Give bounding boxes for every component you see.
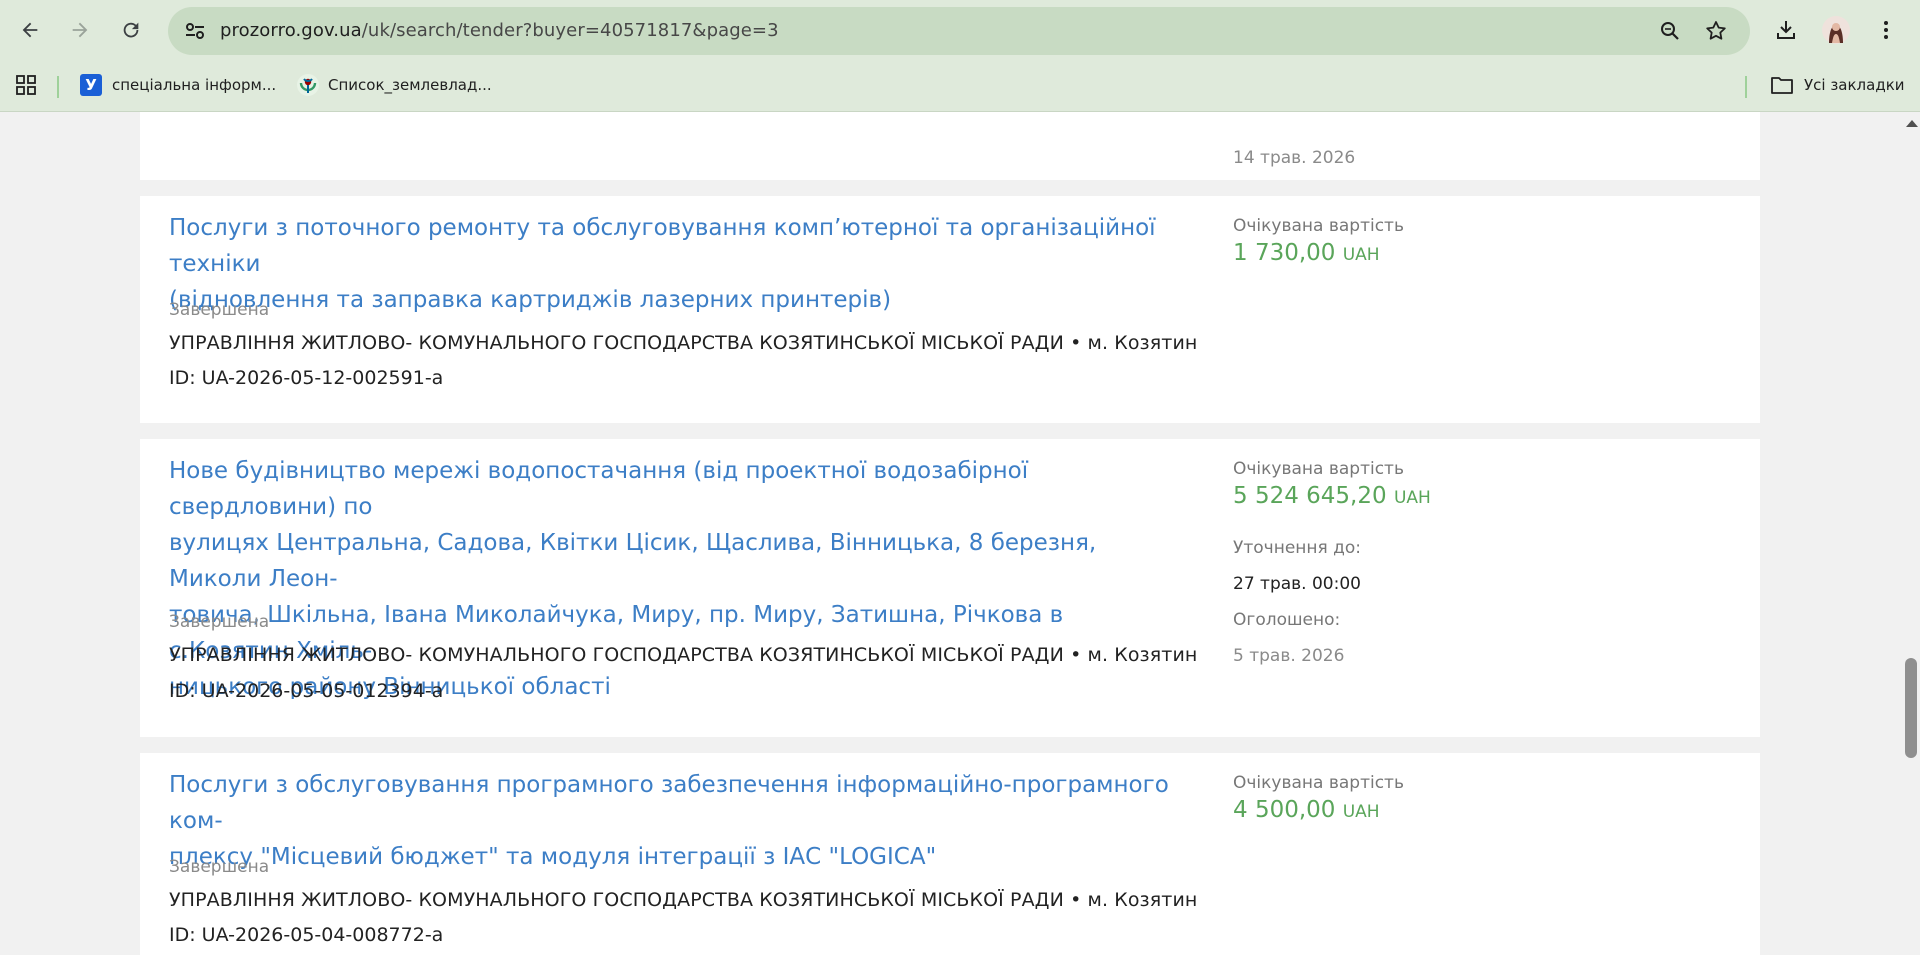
folder-icon (1771, 77, 1793, 94)
title-line: плексу "Місцевий бюджет" та модуля інтег… (169, 844, 937, 870)
announced-date: 5 трав. 2026 (1233, 646, 1345, 666)
url-domain: prozorro.gov.ua (220, 20, 362, 41)
expected-value: 4 500,00 UAH (1233, 797, 1380, 823)
tender-id: ID: UA-2026-05-04-008772-a (169, 924, 444, 946)
all-bookmarks-label: Усі закладки (1804, 76, 1905, 94)
amount: 1 730,00 (1233, 240, 1336, 266)
scroll-up-arrow-icon[interactable] (1906, 120, 1918, 127)
arrow-left-icon (22, 22, 38, 38)
bookmarks-separator (1745, 76, 1747, 98)
currency: UAH (1342, 245, 1380, 265)
bookmark-label: Список_землевлад... (328, 76, 492, 94)
all-bookmarks-button[interactable]: Усі закладки (1770, 62, 1905, 108)
back-button[interactable] (12, 12, 48, 48)
wikimedia-icon (297, 74, 319, 96)
clarification-label: Уточнення до: (1233, 538, 1362, 558)
expected-value-label: Очікувана вартість (1233, 459, 1404, 479)
amount: 5 524 645,20 (1233, 483, 1387, 509)
expected-value: 5 524 645,20 UAH (1233, 483, 1431, 509)
tender-buyer: УПРАВЛІННЯ ЖИТЛОВО- КОМУНАЛЬНОГО ГОСПОДА… (169, 889, 1198, 911)
tender-title-link[interactable]: Послуги з поточного ремонту та обслугову… (169, 210, 1189, 318)
tender-card: Послуги з поточного ремонту та обслугову… (140, 196, 1760, 423)
chrome-menu-button[interactable] (1868, 12, 1904, 48)
expected-value-label: Очікувана вартість (1233, 773, 1404, 793)
download-icon (1777, 21, 1795, 39)
tender-id: ID: UA-2026-05-05-012394-a (169, 680, 444, 702)
bookmark-favicon-u: У (80, 74, 102, 96)
tender-card: Послуги з обслуговування програмного заб… (140, 753, 1760, 955)
tender-buyer: УПРАВЛІННЯ ЖИТЛОВО- КОМУНАЛЬНОГО ГОСПОДА… (169, 644, 1198, 666)
expected-value: 1 730,00 UAH (1233, 240, 1380, 266)
amount: 4 500,00 (1233, 797, 1336, 823)
bookmark-item-spec-info[interactable]: У спеціальна інформ... (80, 62, 276, 108)
expected-value-label: Очікувана вартість (1233, 216, 1404, 236)
bookmark-item-landowners[interactable]: Список_землевлад... (296, 62, 492, 108)
bookmark-label: спеціальна інформ... (112, 76, 277, 94)
site-settings-icon[interactable] (182, 19, 208, 43)
url-text[interactable]: prozorro.gov.ua/uk/search/tender?buyer=4… (220, 7, 779, 55)
bookmarks-separator (57, 76, 59, 98)
title-line: вулицях Центральна, Садова, Квітки Цісик… (169, 530, 1097, 592)
bookmark-star-icon[interactable] (1704, 19, 1728, 43)
tender-title-link[interactable]: Нове будівництво мережі водопостачання (… (169, 453, 1189, 705)
avatar-icon (1822, 16, 1850, 44)
tender-status: Завершена (169, 300, 270, 320)
tender-id: ID: UA-2026-05-12-002591-a (169, 367, 444, 389)
apps-grid-icon (16, 75, 36, 95)
reload-button[interactable] (113, 12, 149, 48)
page-content: 14 трав. 2026 Послуги з поточного ремонт… (0, 112, 1902, 955)
zoom-icon[interactable] (1658, 19, 1682, 43)
tender-date: 14 трав. 2026 (1233, 148, 1356, 168)
title-line: (відновлення та заправка картриджів лазе… (169, 287, 892, 313)
page-scrollbar[interactable] (1902, 112, 1920, 955)
reload-icon (123, 22, 139, 38)
tender-buyer: УПРАВЛІННЯ ЖИТЛОВО- КОМУНАЛЬНОГО ГОСПОДА… (169, 332, 1198, 354)
downloads-button[interactable] (1768, 12, 1804, 48)
apps-button[interactable] (15, 62, 37, 108)
tender-card: Нове будівництво мережі водопостачання (… (140, 439, 1760, 737)
more-vert-icon (1884, 21, 1888, 39)
title-line: Нове будівництво мережі водопостачання (… (169, 458, 1029, 520)
announced-label: Оголошено: (1233, 610, 1341, 630)
address-bar[interactable]: prozorro.gov.ua/uk/search/tender?buyer=4… (168, 7, 1750, 55)
profile-avatar[interactable] (1818, 12, 1854, 48)
tender-status: Завершена (169, 857, 270, 877)
url-path: /uk/search/tender?buyer=40571817&page=3 (361, 20, 779, 41)
currency: UAH (1342, 802, 1380, 822)
tender-status: Завершена (169, 612, 270, 632)
browser-toolbar: prozorro.gov.ua/uk/search/tender?buyer=4… (0, 0, 1920, 62)
currency: UAH (1393, 488, 1431, 508)
tender-card-partial: 14 трав. 2026 (140, 112, 1760, 180)
bookmarks-bar: У спеціальна інформ... Список_землевлад.… (0, 62, 1920, 112)
arrow-right-icon (72, 22, 88, 38)
clarification-date: 27 трав. 00:00 (1233, 574, 1361, 594)
tender-title-link[interactable]: Послуги з обслуговування програмного заб… (169, 767, 1189, 875)
forward-button[interactable] (62, 12, 98, 48)
title-line: Послуги з поточного ремонту та обслугову… (169, 215, 1156, 277)
title-line: Послуги з обслуговування програмного заб… (169, 772, 1169, 834)
scrollbar-thumb[interactable] (1905, 658, 1917, 758)
